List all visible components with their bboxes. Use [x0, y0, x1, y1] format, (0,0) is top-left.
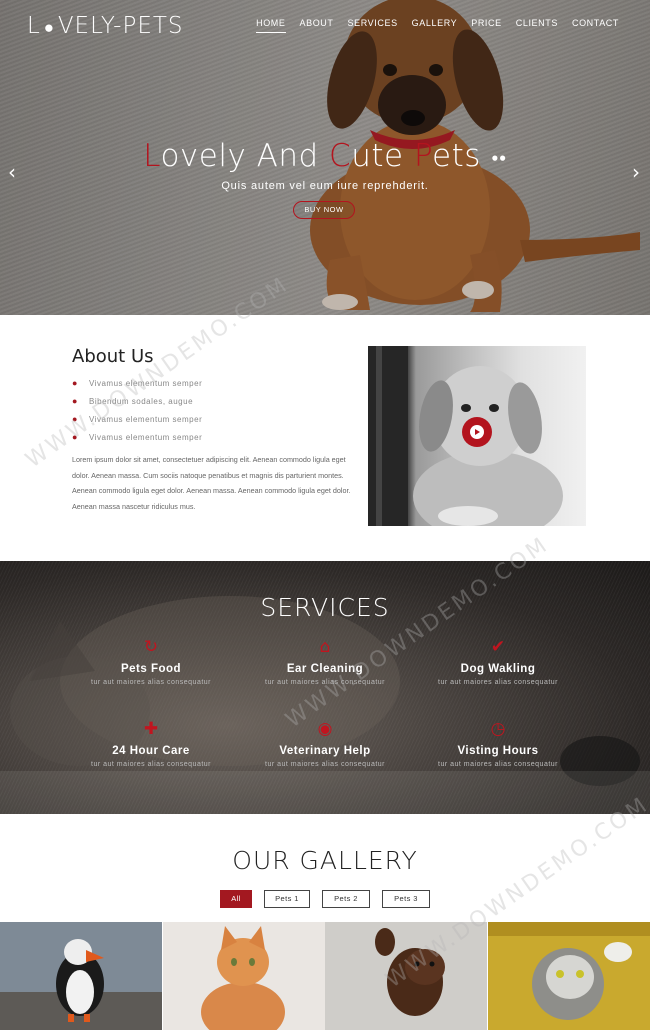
ginger-cat-photo	[163, 922, 325, 1030]
tabby-cat-photo	[488, 922, 650, 1030]
nav-contact[interactable]: CONTACT	[572, 18, 619, 33]
service-card[interactable]: ◉ Veterinary Help tur aut maiores alias …	[250, 719, 400, 770]
service-card[interactable]: ◷ Visting Hours tur aut maiores alias co…	[423, 719, 573, 770]
filter-pets-3[interactable]: Pets 3	[382, 890, 430, 908]
gallery-filters: All Pets 1 Pets 2 Pets 3	[0, 890, 650, 908]
service-desc: tur aut maiores alias consequatur	[91, 761, 211, 768]
service-desc: tur aut maiores alias consequatur	[91, 679, 211, 686]
clock-icon: ◷	[490, 719, 506, 739]
brand-prefix: L	[27, 13, 41, 39]
nav-clients[interactable]: CLIENTS	[516, 18, 558, 33]
paws-icon: ●●	[491, 150, 507, 165]
service-card[interactable]: ✔ Dog Wakling tur aut maiores alias cons…	[423, 637, 573, 688]
check-icon: ✔	[490, 637, 506, 657]
buy-now-button[interactable]: BUY NOW	[293, 201, 355, 219]
paw-icon: ●	[43, 18, 55, 38]
service-title: Dog Wakling	[460, 663, 536, 675]
main-nav: HOME ABOUT SERVICES GALLERY PRICE CLIENT…	[256, 18, 619, 33]
nav-about[interactable]: ABOUT	[300, 18, 334, 33]
list-item-text: Vivamus elementum semper	[89, 432, 203, 442]
service-desc: tur aut maiores alias consequatur	[265, 761, 385, 768]
about-paragraph: Lorem ipsum dolor sit amet, consectetuer…	[72, 455, 351, 511]
medkit-icon: ✚	[143, 719, 159, 739]
hero-subtitle: Quis autem vel eum iure reprehderit.	[221, 180, 429, 192]
hero-title-part: ets	[432, 138, 481, 174]
hero-title-part: ute	[351, 138, 414, 174]
play-button[interactable]	[462, 417, 492, 447]
service-desc: tur aut maiores alias consequatur	[438, 679, 558, 686]
paw-icon: ●	[72, 378, 78, 388]
hero-title-letter: P	[413, 138, 433, 174]
recycle-icon: ↻	[143, 637, 159, 657]
gallery-item-tabby-cat[interactable]	[488, 922, 650, 1030]
nav-services[interactable]: SERVICES	[348, 18, 398, 33]
next-slide-arrow[interactable]: ›	[632, 160, 640, 184]
hero-title-letter: L	[143, 138, 161, 174]
puffin-photo	[0, 922, 162, 1030]
hero-title-letter: C	[329, 138, 352, 174]
nav-gallery[interactable]: GALLERY	[412, 18, 458, 33]
play-icon	[470, 425, 484, 439]
service-card[interactable]: ✚ 24 Hour Care tur aut maiores alias con…	[76, 719, 226, 770]
paw-icon: ●	[72, 396, 78, 406]
hero-title-part: ovely And	[160, 138, 330, 174]
services-title: SERVICES	[260, 593, 390, 622]
nav-price[interactable]: PRICE	[471, 18, 502, 33]
service-card[interactable]: ↻ Pets Food tur aut maiores alias conseq…	[76, 637, 226, 688]
filter-all[interactable]: All	[220, 890, 252, 908]
gallery-item-puffin[interactable]	[0, 922, 162, 1030]
service-title: Pets Food	[120, 663, 182, 675]
service-title: Veterinary Help	[279, 745, 371, 757]
brand-logo[interactable]: L ● VELY-PETS	[27, 13, 184, 39]
filter-pets-2[interactable]: Pets 2	[322, 890, 370, 908]
brand-suffix: VELY-PETS	[57, 13, 184, 39]
service-title: 24 Hour Care	[112, 745, 190, 757]
eye-icon: ◉	[317, 719, 333, 739]
service-title: Visting Hours	[457, 745, 539, 757]
service-desc: tur aut maiores alias consequatur	[438, 761, 558, 768]
about-title: About Us	[72, 346, 154, 367]
gallery-item-ginger-cat[interactable]	[163, 922, 325, 1030]
prev-slide-arrow[interactable]: ‹	[8, 160, 16, 184]
hero-title: Lovely And Cute Pets ●●	[0, 138, 650, 174]
nav-home[interactable]: HOME	[256, 18, 286, 33]
hero-banner: L ● VELY-PETS HOME ABOUT SERVICES GALLERY …	[0, 0, 650, 315]
filter-pets-1[interactable]: Pets 1	[264, 890, 310, 908]
